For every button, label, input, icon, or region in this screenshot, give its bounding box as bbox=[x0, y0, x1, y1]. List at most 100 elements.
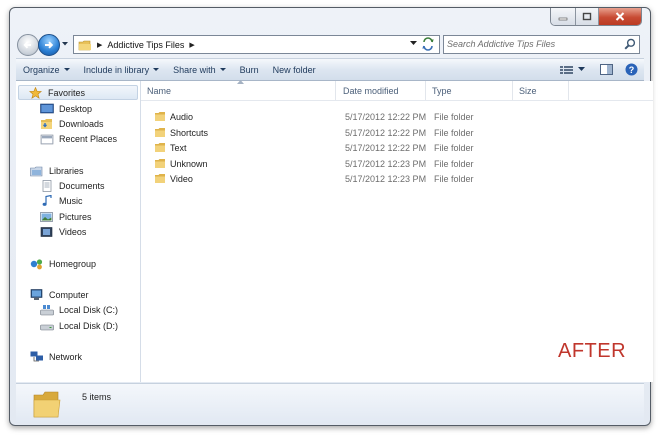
homegroup-icon bbox=[30, 258, 44, 270]
organize-menu[interactable]: Organize bbox=[16, 60, 77, 79]
include-in-library-label: Include in library bbox=[83, 64, 150, 75]
file-type: File folder bbox=[434, 173, 474, 184]
include-in-library-menu[interactable]: Include in library bbox=[77, 60, 167, 79]
nav-computer-label: Computer bbox=[49, 289, 89, 300]
file-name-cell: Text bbox=[154, 140, 187, 155]
after-overlay-label: AFTER bbox=[558, 340, 627, 362]
file-row[interactable]: Unknown 5/17/2012 12:23 PM File folder bbox=[147, 156, 653, 171]
new-folder-label: New folder bbox=[272, 64, 316, 75]
maximize-icon bbox=[582, 12, 592, 21]
refresh-icon[interactable] bbox=[420, 37, 436, 51]
file-name-cell: Shortcuts bbox=[154, 125, 208, 140]
nav-recent-places-label: Recent Places bbox=[59, 133, 118, 144]
nav-desktop-label: Desktop bbox=[59, 103, 93, 114]
column-type[interactable]: Type bbox=[426, 81, 513, 100]
folder-icon bbox=[155, 159, 165, 168]
file-name: Shortcuts bbox=[170, 127, 209, 138]
change-view-button[interactable] bbox=[560, 65, 586, 75]
search-box[interactable] bbox=[443, 35, 640, 54]
file-type: File folder bbox=[434, 158, 474, 169]
nav-local-disk-c-label: Local Disk (C:) bbox=[59, 304, 119, 315]
search-input[interactable] bbox=[447, 37, 615, 50]
column-date-modified[interactable]: Date modified bbox=[337, 81, 426, 100]
nav-local-disk-c[interactable]: Local Disk (C:) bbox=[40, 302, 118, 317]
column-size[interactable]: Size bbox=[513, 81, 569, 100]
nav-network-label: Network bbox=[49, 351, 83, 362]
burn-label: Burn bbox=[239, 64, 259, 75]
nav-local-disk-d-label: Local Disk (D:) bbox=[59, 320, 119, 331]
recent-places-icon bbox=[40, 133, 54, 145]
file-type: File folder bbox=[434, 127, 474, 138]
recent-pages-dropdown-icon[interactable] bbox=[61, 41, 69, 47]
column-date-modified-label: Date modified bbox=[343, 85, 399, 96]
file-list: Name Date modified Type Size Audio 5/17/… bbox=[141, 80, 653, 382]
organize-label: Organize bbox=[23, 64, 60, 75]
nav-pictures-label: Pictures bbox=[59, 211, 92, 222]
file-name: Audio bbox=[170, 111, 194, 122]
address-bar[interactable]: ▶ Addictive Tips Files ▶ bbox=[73, 35, 440, 54]
nav-documents[interactable]: Documents bbox=[40, 178, 105, 193]
file-row[interactable]: Audio 5/17/2012 12:22 PM File folder bbox=[147, 109, 653, 124]
breadcrumb-separator-icon[interactable]: ▶ bbox=[97, 41, 102, 49]
view-details-icon bbox=[560, 65, 573, 74]
computer-icon bbox=[30, 288, 44, 301]
column-header-row: Name Date modified Type Size bbox=[141, 80, 653, 101]
drive-icon bbox=[40, 320, 54, 332]
file-date: 5/17/2012 12:23 PM bbox=[345, 173, 427, 184]
folder-icon bbox=[155, 128, 165, 137]
file-name: Text bbox=[170, 142, 187, 153]
forward-button[interactable] bbox=[38, 34, 60, 56]
maximize-button[interactable] bbox=[576, 8, 599, 25]
nav-homegroup[interactable]: Homegroup bbox=[30, 256, 96, 271]
back-button[interactable] bbox=[17, 34, 39, 56]
minimize-button[interactable] bbox=[551, 8, 576, 25]
back-arrow-icon bbox=[23, 41, 31, 49]
column-size-label: Size bbox=[519, 85, 537, 96]
share-with-label: Share with bbox=[173, 64, 216, 75]
svg-text:?: ? bbox=[629, 65, 635, 75]
nav-favorites[interactable]: Favorites bbox=[18, 85, 138, 100]
burn-button[interactable]: Burn bbox=[233, 60, 266, 79]
search-icon[interactable] bbox=[624, 38, 636, 50]
nav-desktop[interactable]: Desktop bbox=[40, 101, 92, 116]
nav-videos-label: Videos bbox=[59, 226, 87, 237]
nav-pictures[interactable]: Pictures bbox=[40, 209, 92, 224]
nav-music-label: Music bbox=[59, 195, 83, 206]
nav-music[interactable]: Music bbox=[40, 193, 83, 208]
column-type-label: Type bbox=[432, 85, 452, 96]
breadcrumb-separator-icon[interactable]: ▶ bbox=[189, 41, 194, 49]
share-with-menu[interactable]: Share with bbox=[166, 60, 233, 79]
breadcrumb-item[interactable]: Addictive Tips Files bbox=[107, 40, 184, 50]
help-button[interactable]: ? bbox=[625, 63, 638, 76]
minimize-icon bbox=[558, 17, 568, 20]
file-row[interactable]: Video 5/17/2012 12:23 PM File folder bbox=[147, 171, 653, 186]
nav-local-disk-d[interactable]: Local Disk (D:) bbox=[40, 318, 118, 333]
chevron-down-icon bbox=[219, 68, 226, 71]
nav-homegroup-label: Homegroup bbox=[49, 258, 97, 269]
file-row[interactable]: Text 5/17/2012 12:22 PM File folder bbox=[147, 140, 653, 155]
downloads-folder-icon bbox=[40, 118, 54, 130]
file-name-cell: Video bbox=[154, 171, 193, 186]
chevron-down-icon bbox=[578, 67, 585, 71]
star-icon bbox=[29, 86, 43, 99]
nav-documents-label: Documents bbox=[59, 180, 105, 191]
nav-network[interactable]: Network bbox=[30, 349, 82, 364]
address-history-dropdown-icon[interactable] bbox=[410, 41, 417, 46]
nav-videos[interactable]: Videos bbox=[40, 224, 86, 239]
file-type: File folder bbox=[434, 142, 474, 153]
preview-pane-button[interactable] bbox=[600, 64, 613, 75]
nav-libraries[interactable]: Libraries bbox=[30, 163, 84, 178]
file-name: Video bbox=[170, 173, 193, 184]
nav-downloads[interactable]: Downloads bbox=[40, 116, 104, 131]
close-button[interactable] bbox=[599, 8, 641, 25]
file-date: 5/17/2012 12:22 PM bbox=[345, 142, 427, 153]
nav-computer[interactable]: Computer bbox=[30, 287, 89, 302]
folder-icon bbox=[155, 174, 165, 183]
file-row[interactable]: Shortcuts 5/17/2012 12:22 PM File folder bbox=[147, 125, 653, 140]
column-name-label: Name bbox=[147, 85, 172, 96]
column-name[interactable]: Name bbox=[141, 81, 336, 100]
nav-favorites-label: Favorites bbox=[48, 87, 86, 98]
nav-recent-places[interactable]: Recent Places bbox=[40, 131, 117, 146]
file-date: 5/17/2012 12:22 PM bbox=[345, 127, 427, 138]
new-folder-button[interactable]: New folder bbox=[266, 60, 323, 79]
